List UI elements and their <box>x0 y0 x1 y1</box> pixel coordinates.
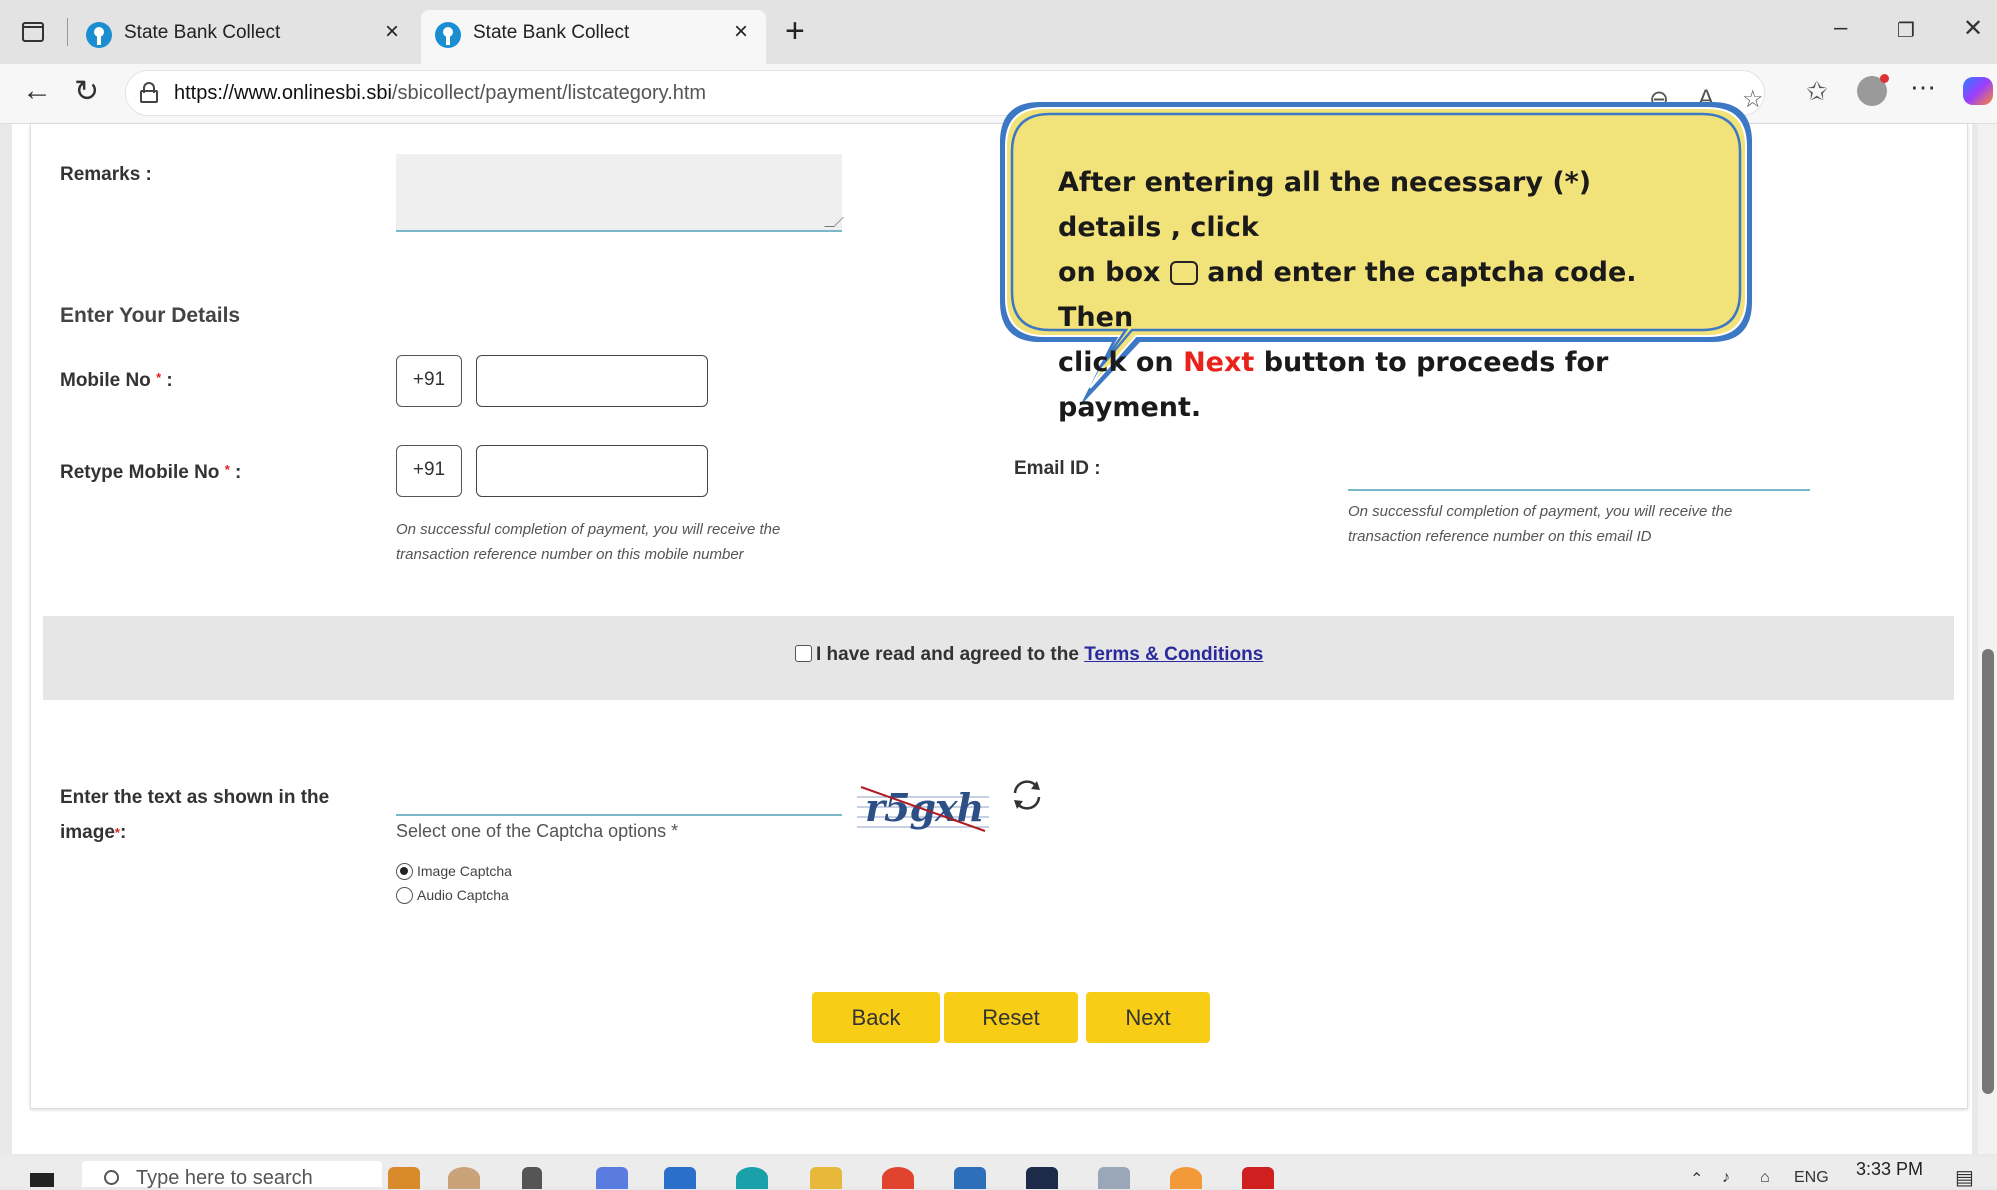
remarks-textarea[interactable] <box>396 154 844 232</box>
firefox-icon[interactable] <box>1170 1167 1202 1189</box>
email-input[interactable] <box>1348 489 1810 491</box>
url-text: https://www.onlinesbi.sbi/sbicollect/pay… <box>174 82 707 104</box>
reset-button[interactable]: Reset <box>944 992 1078 1043</box>
tab-state-bank-collect-2[interactable]: State Bank Collect × <box>421 10 766 64</box>
next-button[interactable]: Next <box>1086 992 1210 1043</box>
image-captcha-option[interactable]: Image Captcha <box>396 863 512 880</box>
mobile-country-code: +91 <box>396 355 462 407</box>
remarks-label: Remarks : <box>60 164 152 185</box>
news-icon[interactable] <box>448 1167 480 1189</box>
file-explorer-icon[interactable] <box>810 1167 842 1189</box>
tab-separator <box>67 18 68 46</box>
outlook-icon[interactable] <box>664 1167 696 1189</box>
captcha-input[interactable] <box>396 814 842 816</box>
close-window-icon[interactable]: ✕ <box>1963 14 1983 43</box>
tab-state-bank-collect-1[interactable]: State Bank Collect × <box>72 10 417 64</box>
captcha-select-text: Select one of the Captcha options * <box>396 821 679 841</box>
back-arrow-icon[interactable]: ← <box>22 74 52 108</box>
audio-captcha-option[interactable]: Audio Captcha <box>396 887 509 904</box>
network-icon[interactable]: ⌂ <box>1760 1169 1770 1187</box>
retype-mobile-input[interactable] <box>476 445 708 497</box>
volume-icon[interactable]: ♪ <box>1722 1169 1730 1187</box>
chrome-icon[interactable] <box>882 1167 914 1189</box>
restore-icon[interactable]: ❐ <box>1897 18 1915 43</box>
favorites-list-icon[interactable]: ✩ <box>1806 76 1828 107</box>
callout-text: After entering all the necessary (*) det… <box>1058 167 1637 423</box>
page-scrollbar[interactable] <box>1978 124 1997 1154</box>
radio-selected-icon[interactable] <box>396 863 413 880</box>
taskbar-search[interactable]: Type here to search <box>82 1161 382 1189</box>
terms-checkbox[interactable] <box>795 645 812 662</box>
back-button[interactable]: Back <box>812 992 940 1043</box>
widgets-icon[interactable] <box>388 1167 420 1189</box>
tab-close-icon[interactable]: × <box>385 18 399 46</box>
tab-title: State Bank Collect <box>473 22 630 43</box>
notification-icon[interactable]: ▤ <box>1955 1165 1974 1190</box>
tab-title: State Bank Collect <box>124 22 281 43</box>
tab-actions-icon[interactable] <box>22 22 44 42</box>
retype-mobile-label: Retype Mobile No * : <box>60 462 242 483</box>
instruction-callout: After entering all the necessary (*) det… <box>1000 102 1760 423</box>
terms-link[interactable]: Terms & Conditions <box>1084 644 1263 665</box>
captcha-label: Enter the text as shown in the image*: <box>60 787 330 843</box>
captcha-image: r5gxh <box>857 781 989 837</box>
terms-checkbox-row[interactable]: I have read and agreed to the Terms & Co… <box>795 644 1263 666</box>
mobile-hint: On successful completion of payment, you… <box>396 521 781 563</box>
captcha-refresh-icon[interactable] <box>1007 775 1047 815</box>
email-hint: On successful completion of payment, you… <box>1348 503 1733 545</box>
tab-strip: State Bank Collect × State Bank Collect … <box>0 0 1997 64</box>
mobile-input[interactable] <box>476 355 708 407</box>
store-icon[interactable] <box>954 1167 986 1189</box>
minimize-icon[interactable]: – <box>1834 14 1847 42</box>
radio-unselected-icon[interactable] <box>396 887 413 904</box>
tab-close-icon[interactable]: × <box>734 18 748 46</box>
captcha-strike-line <box>860 786 986 832</box>
copilot-icon[interactable] <box>1963 77 1993 105</box>
word-icon[interactable] <box>1098 1167 1130 1189</box>
clock-time[interactable]: 3:33 PM <box>1856 1159 1923 1180</box>
profile-avatar[interactable] <box>1857 74 1889 106</box>
lock-icon[interactable] <box>140 82 158 103</box>
task-view-icon[interactable] <box>522 1167 542 1189</box>
retype-country-code: +91 <box>396 445 462 497</box>
terms-bar: I have read and agreed to the Terms & Co… <box>43 616 1954 700</box>
app-icon[interactable] <box>1026 1167 1058 1189</box>
mobile-label: Mobile No * : <box>60 370 173 391</box>
edge-icon[interactable] <box>736 1167 768 1189</box>
email-label: Email ID : <box>1014 458 1101 479</box>
new-tab-button[interactable]: + <box>785 12 805 51</box>
pdf-icon[interactable] <box>1242 1167 1274 1189</box>
language-indicator[interactable]: ENG <box>1794 1169 1829 1187</box>
checkbox-hint-icon <box>1169 261 1198 285</box>
scrollbar-thumb[interactable] <box>1982 649 1994 1094</box>
sbi-favicon-icon <box>435 22 461 48</box>
tray-chevron-icon[interactable]: ⌃ <box>1690 1169 1703 1189</box>
sbi-favicon-icon <box>86 22 112 48</box>
more-menu-icon[interactable]: ⋯ <box>1910 72 1936 103</box>
copilot-taskbar-icon[interactable] <box>596 1167 628 1189</box>
section-title: Enter Your Details <box>60 304 241 327</box>
resize-grip-icon[interactable] <box>824 217 844 227</box>
windows-taskbar: Type here to search ⌃ ♪ ⌂ ENG 3:33 PM ▤ <box>0 1157 1997 1190</box>
windows-start-icon[interactable] <box>30 1173 54 1187</box>
search-icon <box>104 1170 119 1185</box>
refresh-icon[interactable]: ↻ <box>74 74 99 109</box>
